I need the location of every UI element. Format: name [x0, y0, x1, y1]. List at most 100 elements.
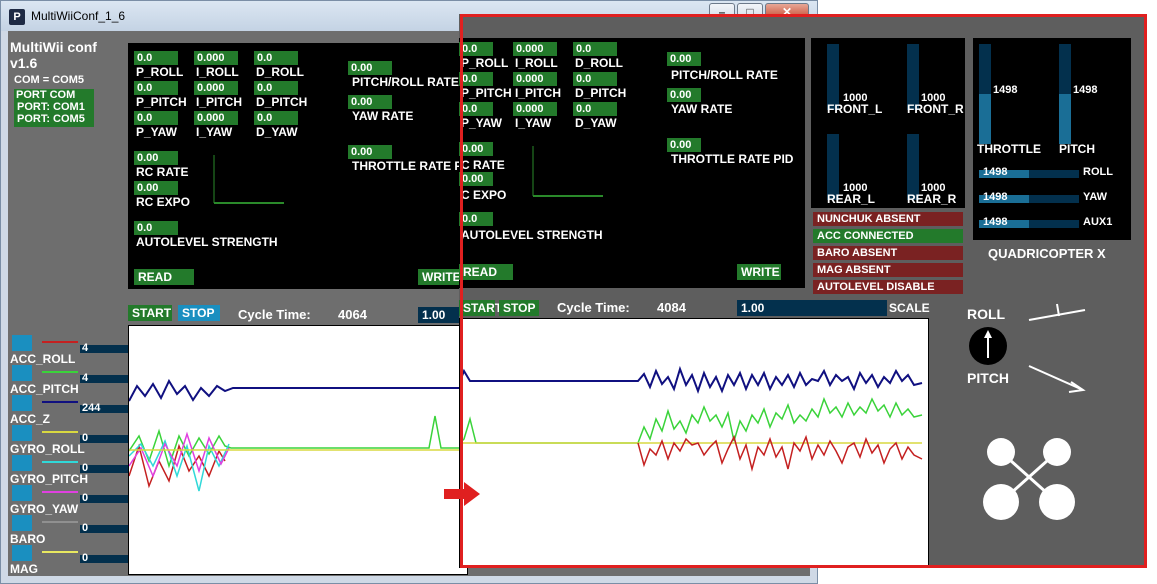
- sensor-color-line: [42, 491, 78, 493]
- port-header: PORT COM: [16, 89, 76, 101]
- pitch-label: PITCH: [1059, 142, 1095, 156]
- sensor-toggle[interactable]: [12, 395, 32, 411]
- p-roll-label-zoom: P_ROLL: [461, 56, 509, 70]
- read-button-zoom[interactable]: READ: [459, 264, 513, 280]
- sensor-toggle[interactable]: [12, 455, 32, 471]
- p-yaw-label: P_YAW: [136, 125, 177, 139]
- p-roll-field[interactable]: 0.0: [134, 51, 178, 65]
- sensor-color-line: [42, 551, 78, 553]
- yaw-value: 1498: [983, 191, 1008, 203]
- sensor-toggle[interactable]: [12, 425, 32, 441]
- sensor-value: 4: [82, 372, 89, 384]
- sensor-toggle[interactable]: [12, 335, 32, 351]
- stop-button-zoom[interactable]: STOP: [499, 300, 539, 316]
- autolevel-field[interactable]: 0.0: [134, 221, 178, 235]
- sensor-toggle[interactable]: [12, 515, 32, 531]
- p-roll-label: P_ROLL: [136, 65, 184, 79]
- config-panel: 0.0 P_ROLL 0.000 I_ROLL 0.0 D_ROLL 0.0 P…: [128, 43, 466, 289]
- d-pitch-label: D_PITCH: [256, 95, 308, 109]
- d-roll-field[interactable]: 0.0: [254, 51, 298, 65]
- p-pitch-field[interactable]: 0.0: [134, 81, 178, 95]
- sensor-color-line: [42, 371, 78, 373]
- rc-expo-field[interactable]: 0.00: [134, 181, 178, 195]
- scale-label: SCALE: [889, 301, 930, 315]
- pitch-roll-rate-field-zoom[interactable]: 0.00: [667, 52, 701, 66]
- cycle-time-label: Cycle Time:: [238, 307, 311, 322]
- throttle-rate-field-zoom[interactable]: 0.00: [667, 138, 701, 152]
- status-item: NUNCHUK ABSENT: [813, 212, 963, 226]
- roll-value: 1498: [983, 166, 1008, 178]
- rc-rate-field[interactable]: 0.00: [134, 151, 178, 165]
- sensor-color-line: [42, 431, 78, 433]
- throttle-rate-label: THROTTLE RATE PI: [352, 159, 466, 173]
- yaw-rate-label-zoom: YAW RATE: [671, 102, 733, 116]
- rc-rate-label: RC RATE: [136, 165, 189, 179]
- throttle-rate-field[interactable]: 0.00: [348, 145, 392, 159]
- p-yaw-field-zoom[interactable]: 0.0: [459, 102, 493, 116]
- rc-rate-label-zoom: C RATE: [461, 158, 505, 172]
- d-roll-field-zoom[interactable]: 0.0: [573, 42, 617, 56]
- rc-rate-field-zoom[interactable]: 0.00: [459, 142, 493, 156]
- zoom-window: 0.0 P_ROLL 0.000 I_ROLL 0.0 D_ROLL 0.0 P…: [459, 14, 1147, 568]
- read-button[interactable]: READ: [134, 269, 194, 285]
- sensor-label: ACC_PITCH: [10, 382, 79, 396]
- i-yaw-field-zoom[interactable]: 0.000: [513, 102, 557, 116]
- status-item: BARO ABSENT: [813, 246, 963, 260]
- i-roll-label-zoom: I_ROLL: [515, 56, 558, 70]
- start-button-zoom[interactable]: START: [459, 300, 502, 316]
- app-name: MultiWii conf: [10, 39, 97, 55]
- sensor-toggle[interactable]: [12, 545, 32, 561]
- config-panel-zoom: 0.0 P_ROLL 0.000 I_ROLL 0.0 D_ROLL 0.0 P…: [459, 38, 805, 288]
- i-roll-field[interactable]: 0.000: [194, 51, 238, 65]
- stop-button[interactable]: STOP: [178, 305, 220, 321]
- sensor-value: 4: [82, 342, 89, 354]
- i-yaw-label: I_YAW: [196, 125, 233, 139]
- scale-value-zoom[interactable]: 1.00: [737, 300, 887, 316]
- p-pitch-field-zoom[interactable]: 0.0: [459, 72, 493, 86]
- d-pitch-field[interactable]: 0.0: [254, 81, 298, 95]
- i-pitch-label: I_PITCH: [196, 95, 243, 109]
- pitch-roll-rate-field[interactable]: 0.00: [348, 61, 392, 75]
- yaw-rate-field[interactable]: 0.00: [348, 95, 392, 109]
- rc-panel: 1498 THROTTLE 1498 PITCH 1498 ROLL 1498 …: [973, 38, 1131, 240]
- throttle-label: THROTTLE: [977, 142, 1041, 156]
- sensor-toggle[interactable]: [12, 485, 32, 501]
- i-yaw-field[interactable]: 0.000: [194, 111, 238, 125]
- cycle-time-label-zoom: Cycle Time:: [557, 300, 630, 315]
- status-item: AUTOLEVEL DISABLE: [813, 280, 963, 294]
- yaw-rate-field-zoom[interactable]: 0.00: [667, 88, 701, 102]
- motor-front-l-label: FRONT_L: [827, 102, 883, 116]
- i-pitch-field-zoom[interactable]: 0.000: [513, 72, 557, 86]
- i-roll-field-zoom[interactable]: 0.000: [513, 42, 557, 56]
- rc-expo-label-zoom: C EXPO: [461, 188, 507, 202]
- d-yaw-field[interactable]: 0.0: [254, 111, 298, 125]
- start-button[interactable]: START: [128, 305, 172, 321]
- d-pitch-label-zoom: D_PITCH: [575, 86, 627, 100]
- sensor-value: 0: [82, 432, 89, 444]
- rc-curve-zoom: [532, 146, 603, 197]
- sensor-color-line: [42, 461, 78, 463]
- p-yaw-label-zoom: P_YAW: [461, 116, 502, 130]
- autolevel-field-zoom[interactable]: 0.0: [459, 212, 493, 226]
- yaw-label: YAW: [1083, 191, 1108, 203]
- motor-rear-l-bar: [827, 134, 839, 200]
- rc-expo-field-zoom[interactable]: 0.00: [459, 172, 493, 186]
- sensor-toggle[interactable]: [12, 365, 32, 381]
- i-pitch-field[interactable]: 0.000: [194, 81, 238, 95]
- aux1-value: 1498: [983, 216, 1008, 228]
- pitch-arrow-line: [1028, 365, 1084, 391]
- d-yaw-field-zoom[interactable]: 0.0: [573, 102, 617, 116]
- d-roll-label-zoom: D_ROLL: [575, 56, 623, 70]
- port-com5[interactable]: PORT: COM5: [17, 113, 85, 125]
- d-pitch-field-zoom[interactable]: 0.0: [573, 72, 617, 86]
- quad-motor-front-left: [987, 438, 1015, 466]
- sensor-label: BARO: [10, 532, 46, 546]
- scale-value[interactable]: 1.00: [418, 307, 462, 323]
- port-com1[interactable]: PORT: COM1: [17, 101, 85, 113]
- write-button[interactable]: WRITE: [418, 269, 462, 285]
- p-yaw-field[interactable]: 0.0: [134, 111, 178, 125]
- p-roll-field-zoom[interactable]: 0.0: [459, 42, 493, 56]
- throttle-bar: [979, 44, 991, 144]
- write-button-zoom[interactable]: WRITE: [737, 264, 781, 280]
- pitch-roll-rate-label: PITCH/ROLL RATE: [352, 75, 459, 89]
